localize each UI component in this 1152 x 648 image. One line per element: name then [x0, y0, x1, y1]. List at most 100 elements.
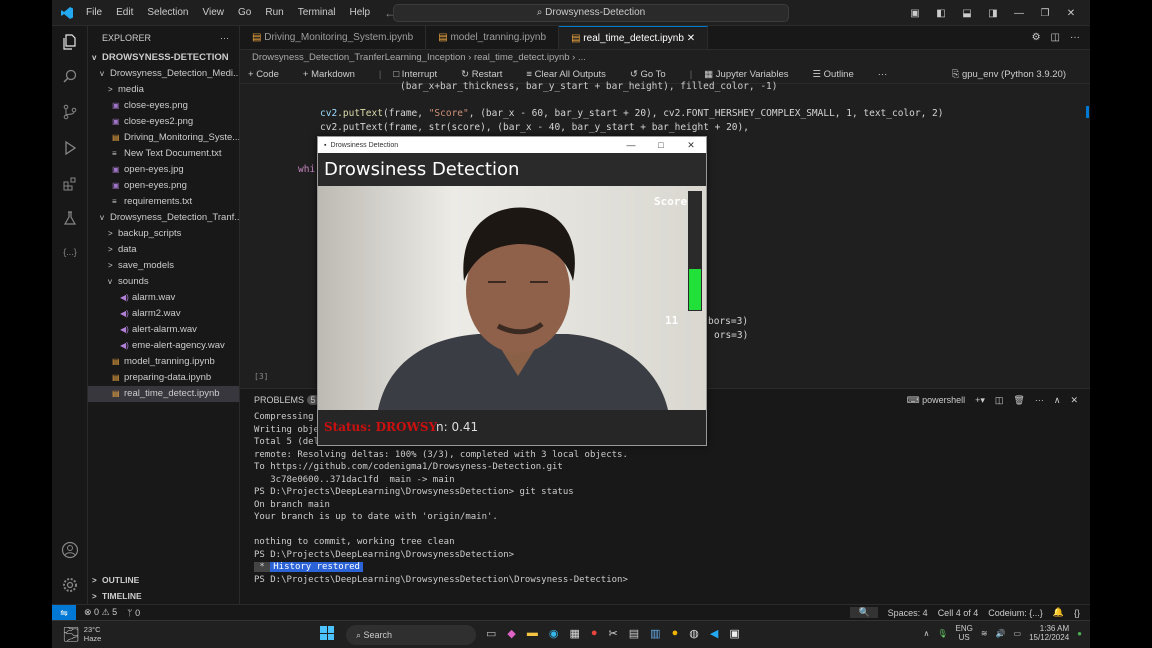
menu-file[interactable]: File — [86, 7, 102, 18]
toggle-secondary-icon[interactable]: ◨ — [980, 8, 1006, 19]
explorer-icon[interactable] — [60, 32, 80, 52]
editor-tab[interactable]: ▤ model_tranning.ipynb — [426, 26, 560, 49]
menu-run[interactable]: Run — [265, 7, 283, 18]
tree-item[interactable]: ▣ open-eyes.jpg — [88, 162, 239, 178]
tree-item[interactable]: ≡ requirements.txt — [88, 194, 239, 210]
more-actions-icon[interactable]: ··· — [878, 69, 888, 80]
gear-icon[interactable]: ⚙ — [1032, 26, 1041, 49]
menu-view[interactable]: View — [203, 7, 225, 18]
volume-icon[interactable]: 🔊 — [996, 629, 1006, 638]
more-actions-icon[interactable]: ··· — [1070, 26, 1080, 49]
store-icon[interactable]: ▦ — [569, 627, 579, 640]
tree-item[interactable]: v Drowsyness_Detection_Medi... — [88, 66, 239, 82]
bell-icon[interactable]: 🔔 — [1053, 607, 1064, 618]
problems-tab[interactable]: PROBLEMS 5 — [254, 395, 320, 405]
task-view-icon[interactable]: ▭ — [486, 627, 496, 640]
menu-go[interactable]: Go — [238, 7, 251, 18]
editor-tab[interactable]: ▤ Driving_Monitoring_System.ipynb — [240, 26, 427, 49]
account-icon[interactable] — [60, 540, 80, 560]
more-actions-icon[interactable]: ··· — [1035, 395, 1044, 405]
language-indicator[interactable]: ENG US — [956, 624, 973, 642]
breadcrumb[interactable]: Drowsyness_Detection_TranferLearning_Inc… — [240, 50, 1090, 66]
zoom-icon[interactable]: 🔍 — [850, 607, 878, 618]
tree-item[interactable]: v Drowsyness_Detection_Tranf... — [88, 210, 239, 226]
new-terminal-icon[interactable]: +▾ — [975, 395, 985, 406]
close-tab-icon[interactable]: ✕ — [684, 33, 695, 44]
tree-item[interactable]: > media — [88, 82, 239, 98]
menu-help[interactable]: Help — [350, 7, 371, 18]
start-button[interactable] — [320, 626, 334, 640]
minimize-button[interactable]: — — [1006, 8, 1032, 19]
file-explorer-icon[interactable]: ▬ — [527, 627, 538, 640]
clock[interactable]: 1:36 AM 15/12/2024 — [1029, 624, 1069, 642]
close-button[interactable]: ✕ — [1058, 8, 1084, 19]
chrome-alt-icon[interactable]: ◍ — [689, 627, 699, 640]
search-icon[interactable] — [60, 66, 80, 86]
wifi-icon[interactable]: ≋ — [981, 629, 988, 638]
tree-item[interactable]: ▤ model_tranning.ipynb — [88, 354, 239, 370]
copilot-icon[interactable]: ◆ — [507, 627, 515, 640]
layout-icon[interactable]: ▣ — [902, 8, 928, 19]
close-button[interactable]: ✕ — [676, 140, 706, 151]
opencv-window[interactable]: ▪ Drowsiness Detection — □ ✕ Drowsiness … — [317, 136, 707, 446]
kernel-picker[interactable]: ⎘ gpu_env (Python 3.9.20) — [952, 69, 1078, 80]
scroll-indicator[interactable] — [1086, 106, 1089, 118]
split-terminal-icon[interactable]: ◫ — [995, 395, 1004, 406]
calculator-icon[interactable]: ▤ — [629, 627, 639, 640]
weather-widget[interactable]: 🌫 23°C Haze — [62, 625, 101, 643]
trash-icon[interactable]: 🗑 — [1013, 395, 1024, 406]
toggle-sidebar-icon[interactable]: ◧ — [928, 8, 954, 19]
restart-button[interactable]: ↻ Restart — [461, 69, 514, 80]
tree-item[interactable]: ▤ preparing-data.ipynb — [88, 370, 239, 386]
tree-item[interactable]: > data — [88, 242, 239, 258]
tree-item[interactable]: ◀) alert-alarm.wav — [88, 322, 239, 338]
tree-item[interactable]: ▤ real_time_detect.ipynb — [88, 386, 239, 402]
menu-edit[interactable]: Edit — [116, 7, 133, 18]
minimize-button[interactable]: — — [616, 140, 646, 151]
tree-item[interactable]: ◀) alarm.wav — [88, 290, 239, 306]
jupyter-variables-button[interactable]: ▦ Jupyter Variables — [704, 69, 800, 80]
command-center-search[interactable]: ⌕ Drowsyness-Detection — [393, 4, 789, 22]
extensions-icon[interactable] — [60, 174, 80, 194]
testing-flask-icon[interactable] — [60, 208, 80, 228]
microphone-icon[interactable]: 🎙 — [937, 629, 947, 638]
taskbar-search[interactable]: ⌕ Search — [346, 625, 476, 645]
tree-item[interactable]: ▣ close-eyes.png — [88, 98, 239, 114]
vscode-taskbar-icon[interactable]: ◀ — [710, 627, 718, 640]
clear-outputs-button[interactable]: ≡ Clear All Outputs — [526, 69, 617, 80]
tree-item[interactable]: v sounds — [88, 274, 239, 290]
source-control-icon[interactable] — [60, 102, 80, 122]
timeline-section[interactable]: > TIMELINE — [88, 588, 240, 604]
chrome-profile-icon[interactable]: ● — [672, 627, 679, 640]
snipping-icon[interactable]: ✂ — [609, 627, 618, 640]
interrupt-button[interactable]: □ Interrupt — [393, 69, 449, 80]
tree-item[interactable]: > save_models — [88, 258, 239, 274]
tree-item[interactable]: ▣ open-eyes.png — [88, 178, 239, 194]
indentation-status[interactable]: Spaces: 4 — [888, 608, 928, 618]
split-editor-icon[interactable]: ◫ — [1051, 26, 1060, 49]
notepad-icon[interactable]: ▥ — [650, 627, 660, 640]
maximize-button[interactable]: □ — [646, 140, 676, 151]
ports-status[interactable]: ᛘ 0 — [127, 608, 140, 618]
cv-window-titlebar[interactable]: ▪ Drowsiness Detection — □ ✕ — [318, 137, 706, 153]
remote-indicator[interactable]: ⇋ — [52, 604, 76, 621]
terminal-shell-selector[interactable]: ⌨ powershell — [907, 395, 966, 406]
tree-item[interactable]: ▤ Driving_Monitoring_Syste... — [88, 130, 239, 146]
problems-status[interactable]: ⊗ 0 ⚠ 5 — [84, 607, 117, 618]
notification-icon[interactable]: ● — [1077, 629, 1082, 638]
settings-gear-icon[interactable] — [60, 575, 80, 595]
tree-item[interactable]: ≡ New Text Document.txt — [88, 146, 239, 162]
battery-icon[interactable]: ▭ — [1014, 629, 1022, 638]
codeium-status[interactable]: Codeium: {...} — [988, 608, 1043, 618]
tree-item[interactable]: ▣ close-eyes2.png — [88, 114, 239, 130]
workspace-root[interactable]: v DROWSYNESS-DETECTION — [88, 50, 239, 66]
maximize-button[interactable]: ❐ — [1032, 8, 1058, 19]
add-markdown-button[interactable]: + Markdown — [303, 69, 367, 80]
menu-selection[interactable]: Selection — [147, 7, 188, 18]
editor-tab[interactable]: ▤ real_time_detect.ipynb ✕ — [559, 26, 709, 49]
json-braces-icon[interactable]: {...} — [60, 242, 80, 262]
outline-button[interactable]: ☰ Outline — [812, 69, 865, 80]
outline-section[interactable]: > OUTLINE — [88, 572, 240, 588]
tree-item[interactable]: ◀) eme-alert-agency.wav — [88, 338, 239, 354]
cell-position-status[interactable]: Cell 4 of 4 — [938, 608, 979, 618]
